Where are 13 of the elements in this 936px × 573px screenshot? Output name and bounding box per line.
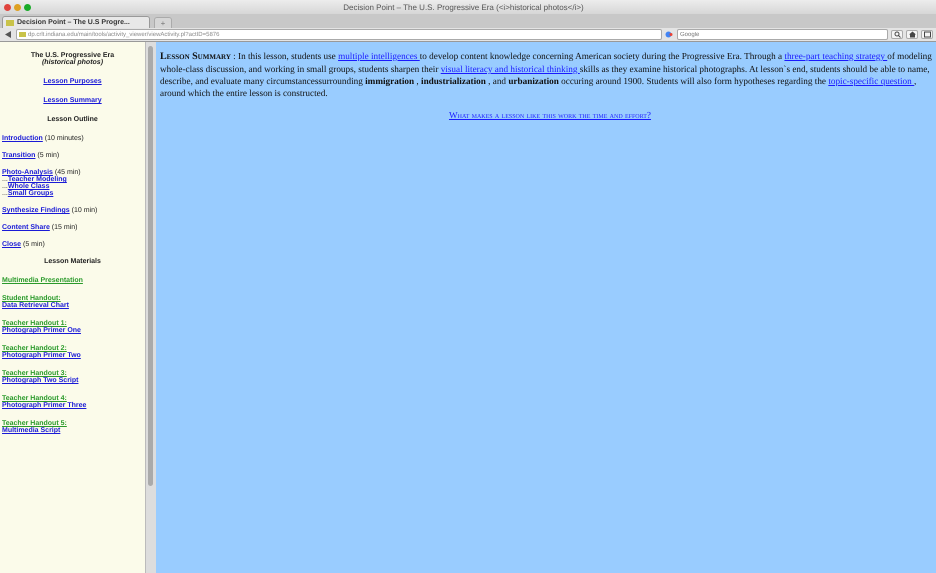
text-link[interactable]: visual literacy and historical thinking bbox=[440, 64, 580, 74]
window-title: Decision Point – The U.S. Progressive Era (<i>historical photos</i>) bbox=[343, 2, 585, 12]
scrollbar[interactable] bbox=[145, 42, 156, 573]
effort-link[interactable]: What makes a lesson like this work the time and effort? bbox=[448, 110, 652, 120]
search-engine-icon[interactable] bbox=[665, 31, 674, 38]
summary-paragraph: Lesson Summary : In this lesson, students use multiple intelligences to develop content knowledge concerning American society during the Progressive Era. Through a three-part teaching strategy of modeling whole-class discussion, and working in small groups, students sharpen their visual literacy and historical thinking skills as they examine historical photographs. At lesson`s end, students should be able to name, describe, and evaluate many circumstancessurrounding immigration , industrialization , and urbanization occuring around 1900. Students will also form hypotheses regarding the topic-specific question , around which the entire lesson is constructed. bbox=[160, 50, 932, 99]
back-icon[interactable] bbox=[3, 30, 13, 39]
text-link[interactable]: three-part teaching strategy bbox=[784, 51, 888, 61]
search-icon[interactable] bbox=[891, 30, 903, 39]
home-icon[interactable] bbox=[906, 30, 918, 39]
bookmarks-icon[interactable] bbox=[921, 30, 933, 39]
text-link[interactable]: multiple intelligences bbox=[338, 51, 420, 61]
text-link[interactable]: topic-specific question bbox=[828, 76, 914, 86]
